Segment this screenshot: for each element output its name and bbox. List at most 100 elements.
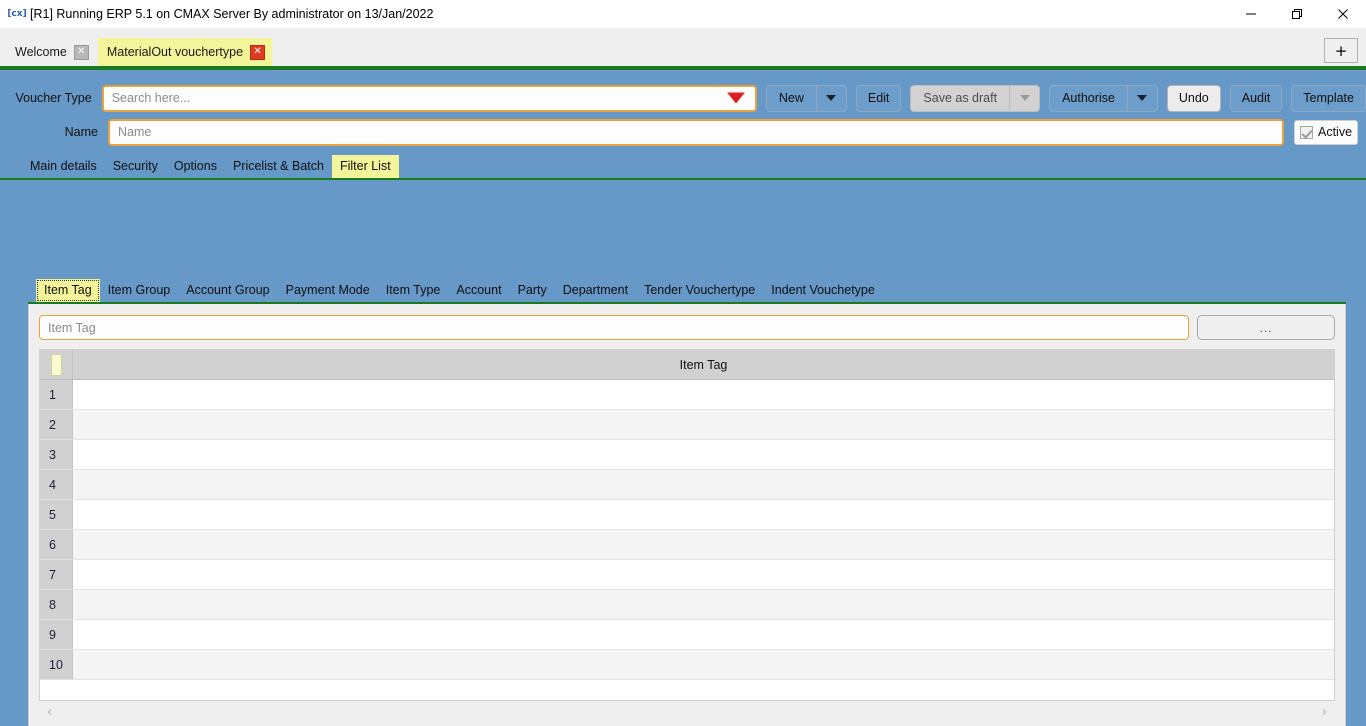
subtab-account[interactable]: Account: [448, 279, 509, 302]
grid-horizontal-scrollbar[interactable]: ‹ ›: [39, 701, 1335, 723]
tab-materialout-vouchertype-close-icon[interactable]: ✕: [250, 44, 266, 60]
row-item-tag[interactable]: [73, 410, 1334, 439]
table-row[interactable]: 7: [40, 560, 1334, 590]
filter-row: ...: [39, 315, 1335, 340]
tab-security[interactable]: Security: [105, 155, 166, 178]
name-label: Name: [64, 125, 98, 139]
row-item-tag[interactable]: [73, 590, 1334, 619]
row-index: 8: [40, 590, 73, 619]
new-button-chevron-down-icon[interactable]: [815, 85, 846, 111]
tab-pricelist-and-batch[interactable]: Pricelist & Batch: [225, 155, 332, 178]
name-input[interactable]: [110, 120, 1282, 144]
table-row[interactable]: 5: [40, 500, 1334, 530]
tab-filter-list[interactable]: Filter List: [331, 155, 399, 178]
filter-list-panel: Item Tag Item Group Account Group Paymen…: [28, 274, 1346, 726]
toolbar-buttons: New Edit Save as draft Authorise Undo Au…: [765, 84, 1366, 112]
table-row[interactable]: 4: [40, 470, 1334, 500]
tab-welcome[interactable]: Welcome ✕: [6, 38, 96, 66]
tab-main-details[interactable]: Main details: [22, 155, 105, 178]
subtab-party[interactable]: Party: [510, 279, 555, 302]
row-index: 10: [40, 650, 73, 679]
table-row[interactable]: 3: [40, 440, 1334, 470]
row-item-tag[interactable]: [73, 650, 1334, 679]
panel-inner: ... Item Tag 1 2 3: [29, 304, 1345, 726]
row-item-tag[interactable]: [73, 500, 1334, 529]
app-body: Voucher Type New Edit Save as draft Auth…: [0, 70, 1366, 726]
voucher-type-search-input[interactable]: [103, 86, 755, 110]
tab-materialout-vouchertype-label: MaterialOut vouchertype: [106, 45, 244, 59]
item-tag-filter-input[interactable]: [40, 316, 1188, 339]
table-row[interactable]: 6: [40, 530, 1334, 560]
voucher-type-label: Voucher Type: [15, 91, 92, 105]
subtab-tender-vouchertype[interactable]: Tender Vouchertype: [636, 279, 763, 302]
tab-welcome-close-icon[interactable]: ✕: [73, 44, 89, 60]
authorise-button-label: Authorise: [1062, 91, 1115, 105]
save-as-draft-button[interactable]: Save as draft: [910, 84, 1041, 112]
app-icon: [cx]: [7, 9, 27, 19]
save-as-draft-button-label: Save as draft: [923, 91, 998, 105]
audit-button-label: Audit: [1241, 91, 1271, 105]
subtab-payment-mode[interactable]: Payment Mode: [278, 279, 378, 302]
undo-button[interactable]: Undo: [1166, 84, 1221, 112]
new-button[interactable]: New: [765, 84, 847, 112]
name-row: Name Active: [0, 114, 1366, 150]
grid-empty-area: [40, 680, 1334, 700]
template-button-label: Template: [1303, 91, 1354, 105]
new-tab-button[interactable]: +: [1324, 38, 1358, 63]
row-item-tag[interactable]: [73, 620, 1334, 649]
undo-button-label: Undo: [1178, 91, 1209, 105]
table-row[interactable]: 9: [40, 620, 1334, 650]
edit-button-label: Edit: [867, 91, 890, 105]
row-item-tag[interactable]: [73, 560, 1334, 589]
table-row[interactable]: 8: [40, 590, 1334, 620]
active-checkbox[interactable]: Active: [1294, 119, 1358, 145]
row-item-tag[interactable]: [73, 470, 1334, 499]
subtab-indent-vouchetype[interactable]: Indent Vouchetype: [763, 279, 883, 302]
template-button[interactable]: Template: [1291, 84, 1366, 112]
filter-sub-tabs: Item Tag Item Group Account Group Paymen…: [28, 274, 1346, 304]
row-index: 1: [40, 380, 73, 409]
chevron-down-icon[interactable]: [726, 92, 745, 104]
grid-header-item-tag[interactable]: Item Tag: [73, 350, 1334, 379]
subtab-item-type[interactable]: Item Type: [378, 279, 449, 302]
grid-header-index-cell[interactable]: [40, 350, 73, 379]
audit-button[interactable]: Audit: [1229, 84, 1283, 112]
scroll-right-icon[interactable]: ›: [1322, 705, 1327, 720]
row-index: 9: [40, 620, 73, 649]
close-icon[interactable]: [1320, 0, 1366, 28]
edit-button[interactable]: Edit: [855, 84, 902, 112]
authorise-button-chevron-down-icon[interactable]: [1126, 85, 1157, 111]
subtab-account-group[interactable]: Account Group: [178, 279, 277, 302]
window-controls: [1228, 0, 1366, 28]
voucher-type-row: Voucher Type New Edit Save as draft Auth…: [0, 70, 1366, 114]
subtab-department[interactable]: Department: [555, 279, 636, 302]
voucher-type-search-wrap[interactable]: [101, 84, 757, 112]
row-index: 3: [40, 440, 73, 469]
active-checkbox-label: Active: [1318, 125, 1353, 139]
row-index: 7: [40, 560, 73, 589]
tab-welcome-label: Welcome: [15, 45, 67, 59]
authorise-button[interactable]: Authorise: [1049, 84, 1158, 112]
name-input-wrap[interactable]: [108, 118, 1284, 146]
table-row[interactable]: 1: [40, 380, 1334, 410]
document-tabstrip: Welcome ✕ MaterialOut vouchertype ✕ +: [0, 28, 1366, 66]
grid-header-row: Item Tag: [40, 350, 1334, 380]
browse-button[interactable]: ...: [1197, 315, 1335, 340]
grid-header-marker-icon: [50, 353, 62, 376]
restore-icon[interactable]: [1274, 0, 1320, 28]
table-row[interactable]: 2: [40, 410, 1334, 440]
row-index: 2: [40, 410, 73, 439]
subtab-item-tag[interactable]: Item Tag: [36, 279, 100, 302]
table-row[interactable]: 10: [40, 650, 1334, 680]
row-item-tag[interactable]: [73, 530, 1334, 559]
row-item-tag[interactable]: [73, 440, 1334, 469]
subtab-item-group[interactable]: Item Group: [100, 279, 179, 302]
scroll-left-icon[interactable]: ‹: [47, 705, 52, 720]
tab-options[interactable]: Options: [166, 155, 225, 178]
tab-materialout-vouchertype[interactable]: MaterialOut vouchertype ✕: [97, 38, 273, 66]
row-index: 5: [40, 500, 73, 529]
minimize-icon[interactable]: [1228, 0, 1274, 28]
main-tabs: Main details Security Options Pricelist …: [0, 152, 1366, 180]
row-item-tag[interactable]: [73, 380, 1334, 409]
item-tag-filter-wrap[interactable]: [39, 315, 1189, 340]
